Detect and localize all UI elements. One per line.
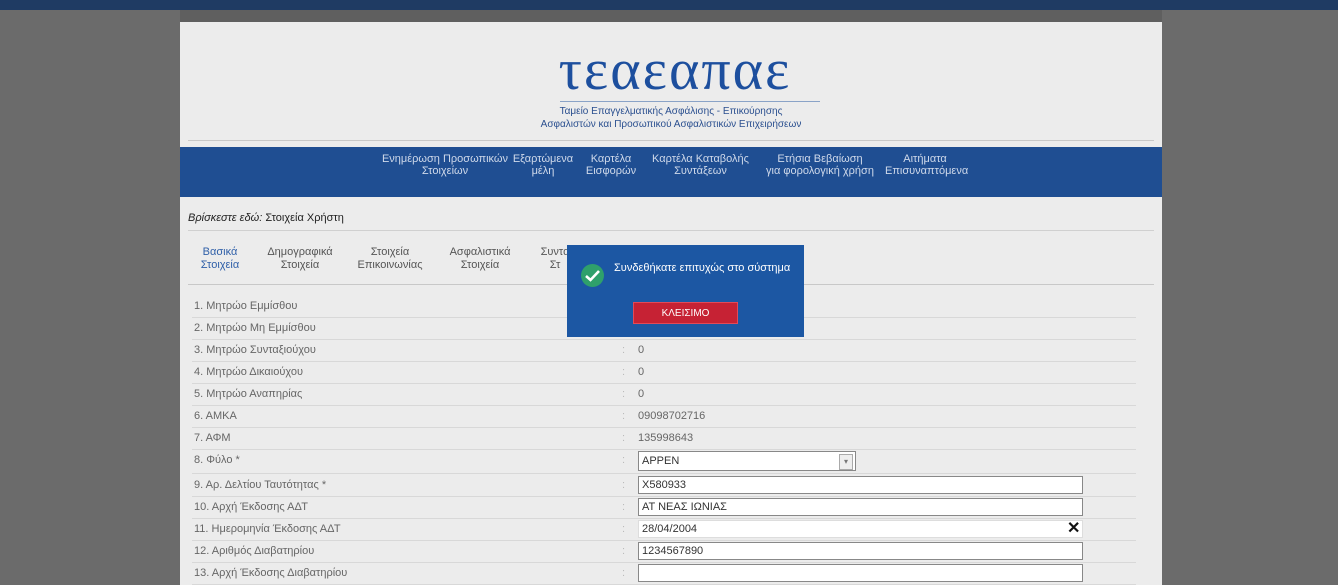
field-row-r12: 12. Αριθμός Διαβατηρίου : 1234567890	[192, 541, 1136, 563]
nav-label: Επισυναπτόμενα	[885, 165, 969, 177]
field-row-r7: 7. ΑΦΜ : 135998643	[192, 428, 1136, 450]
nav-dependents[interactable]: Εξαρτώμενα μέλη	[508, 153, 578, 177]
nav-personal-info[interactable]: Ενημέρωση Προσωπικών Στοιχείων	[370, 153, 520, 177]
success-dialog: Συνδεθήκατε επιτυχώς στο σύστημα ΚΛΕΙΣΙΜ…	[567, 245, 804, 337]
nav-label: Αιτήματα	[903, 153, 947, 165]
nav-label: για φορολογική χρήση	[766, 165, 874, 177]
field-separator: :	[622, 567, 626, 579]
tab-basic-info[interactable]: Βασικά Στοιχεία	[190, 246, 250, 272]
tab-insurance[interactable]: Ασφαλιστικά Στοιχεία	[440, 246, 520, 272]
field-label: 6. ΑΜΚΑ	[194, 410, 237, 422]
field-separator: :	[622, 479, 626, 491]
gender-select[interactable]: ΑΡΡΕΝ ▾	[638, 451, 856, 471]
field-value: 0	[638, 366, 645, 378]
nav-label: Εξαρτώμενα	[512, 153, 574, 165]
site-header: τεαεαπαε Ταμείο Επαγγελματικής Ασφάλισης…	[180, 22, 1162, 147]
field-label: 1. Μητρώο Εμμίσθου	[194, 300, 298, 312]
nav-contributions[interactable]: Καρτέλα Εισφορών	[576, 153, 646, 177]
amka-value: 09098702716	[638, 410, 706, 422]
nav-label: Συντάξεων	[674, 165, 727, 177]
nav-label: Ενημέρωση Προσωπικών	[381, 153, 509, 165]
id-issue-date-input[interactable]: 28/04/2004	[638, 520, 1083, 538]
field-row-r10: 10. Αρχή Έκδοσης ΑΔΤ : ΑΤ ΝΕΑΣ ΙΩΝΙΑΣ	[192, 497, 1136, 519]
top-bar	[0, 0, 1338, 10]
field-separator: :	[622, 344, 626, 356]
field-value: 0	[638, 344, 645, 356]
field-separator: :	[622, 410, 626, 422]
clear-icon[interactable]: ✕	[1067, 518, 1080, 538]
field-separator: :	[622, 432, 626, 444]
field-label: 5. Μητρώο Αναπηρίας	[194, 388, 303, 400]
field-label: 8. Φύλο *	[194, 454, 240, 466]
header-divider	[188, 140, 1154, 141]
nav-label: Καρτέλα	[590, 153, 632, 165]
logo-underline	[560, 101, 820, 102]
nav-label: Εισφορών	[585, 165, 637, 177]
field-label: 13. Αρχή Έκδοσης Διαβατηρίου	[194, 567, 348, 579]
nav-label: Στοιχείων	[421, 165, 469, 177]
chevron-down-icon[interactable]: ▾	[839, 454, 853, 470]
passport-number-input[interactable]: 1234567890	[638, 542, 1083, 560]
field-separator: :	[622, 454, 626, 466]
tab-label: Στοιχεία	[370, 246, 410, 258]
tab-demographics[interactable]: Δημογραφικά Στοιχεία	[260, 246, 340, 272]
afm-value: 135998643	[638, 432, 694, 444]
breadcrumb-prefix: Βρίσκεστε εδώ:	[188, 212, 263, 224]
nav-requests[interactable]: Αιτήματα Επισυναπτόμενα	[885, 153, 969, 177]
breadcrumb-current: Στοιχεία Χρήστη	[265, 212, 344, 224]
field-label: 7. ΑΦΜ	[194, 432, 231, 444]
field-row-r8: 8. Φύλο * : ΑΡΡΕΝ ▾	[192, 450, 1136, 474]
breadcrumb: Βρίσκεστε εδώ: Στοιχεία Χρήστη	[188, 212, 344, 224]
tab-label: Ασφαλιστικά	[449, 246, 511, 258]
nav-annual-certificate[interactable]: Ετήσια Βεβαίωση για φορολογική χρήση	[760, 153, 880, 177]
tab-label: Επικοινωνίας	[357, 259, 423, 271]
logo-subtitle-1: Ταμείο Επαγγελματικής Ασφάλισης - Επικού…	[559, 106, 783, 117]
field-label: 10. Αρχή Έκδοσης ΑΔΤ	[194, 501, 308, 513]
tab-label: Δημογραφικά	[267, 246, 333, 258]
main-nav: Ενημέρωση Προσωπικών Στοιχείων Εξαρτώμεν…	[180, 147, 1162, 197]
field-label: 9. Αρ. Δελτίου Ταυτότητας *	[194, 479, 327, 491]
field-label: 4. Μητρώο Δικαιούχου	[194, 366, 303, 378]
field-separator: :	[622, 501, 626, 513]
field-row-r5: 5. Μητρώο Αναπηρίας : 0	[192, 384, 1136, 406]
tab-label: Βασικά	[202, 246, 238, 258]
id-number-input[interactable]: Χ580933	[638, 476, 1083, 494]
field-value: 0	[638, 388, 645, 400]
backdrop-left	[0, 10, 180, 585]
tab-label: Στοιχεία	[200, 259, 240, 271]
logo-subtitle-2: Ασφαλιστών και Προσωπικού Ασφαλιστικών Ε…	[540, 119, 802, 130]
nav-pension-payments[interactable]: Καρτέλα Καταβολής Συντάξεων	[648, 153, 753, 177]
nav-label: Καρτέλα Καταβολής	[652, 153, 749, 165]
field-row-r6: 6. ΑΜΚΑ : 09098702716	[192, 406, 1136, 428]
field-row-r4: 4. Μητρώο Δικαιούχου : 0	[192, 362, 1136, 384]
divider	[188, 230, 1154, 231]
check-icon	[581, 264, 604, 287]
passport-issuer-input[interactable]	[638, 564, 1083, 582]
field-label: 3. Μητρώο Συνταξιούχου	[194, 344, 316, 356]
field-row-r11: 11. Ημερομηνία Έκδοσης ΑΔΤ : 28/04/2004 …	[192, 519, 1136, 541]
backdrop-right	[1162, 10, 1338, 585]
field-separator: :	[622, 545, 626, 557]
field-label: 2. Μητρώο Μη Εμμίσθου	[194, 322, 316, 334]
field-row-r9: 9. Αρ. Δελτίου Ταυτότητας * : Χ580933	[192, 475, 1136, 497]
id-issuer-input[interactable]: ΑΤ ΝΕΑΣ ΙΩΝΙΑΣ	[638, 498, 1083, 516]
close-button[interactable]: ΚΛΕΙΣΙΜΟ	[633, 302, 738, 324]
tab-contact[interactable]: Στοιχεία Επικοινωνίας	[350, 246, 430, 272]
nav-label: μέλη	[531, 165, 555, 177]
field-separator: :	[622, 366, 626, 378]
tab-label: Στοιχεία	[280, 259, 320, 271]
gender-selected-value: ΑΡΡΕΝ	[642, 455, 680, 467]
field-row-r3: 3. Μητρώο Συνταξιούχου : 0	[192, 340, 1136, 362]
logo[interactable]: τεαεαπαε	[525, 40, 825, 100]
tab-label: Στοιχεία	[460, 259, 500, 271]
field-separator: :	[622, 523, 626, 535]
field-row-r13: 13. Αρχή Έκδοσης Διαβατηρίου :	[192, 563, 1136, 585]
dialog-message: Συνδεθήκατε επιτυχώς στο σύστημα	[614, 262, 791, 274]
field-label: 11. Ημερομηνία Έκδοσης ΑΔΤ	[194, 523, 341, 535]
field-label: 12. Αριθμός Διαβατηρίου	[194, 545, 315, 557]
nav-label: Ετήσια Βεβαίωση	[777, 153, 863, 165]
field-separator: :	[622, 388, 626, 400]
